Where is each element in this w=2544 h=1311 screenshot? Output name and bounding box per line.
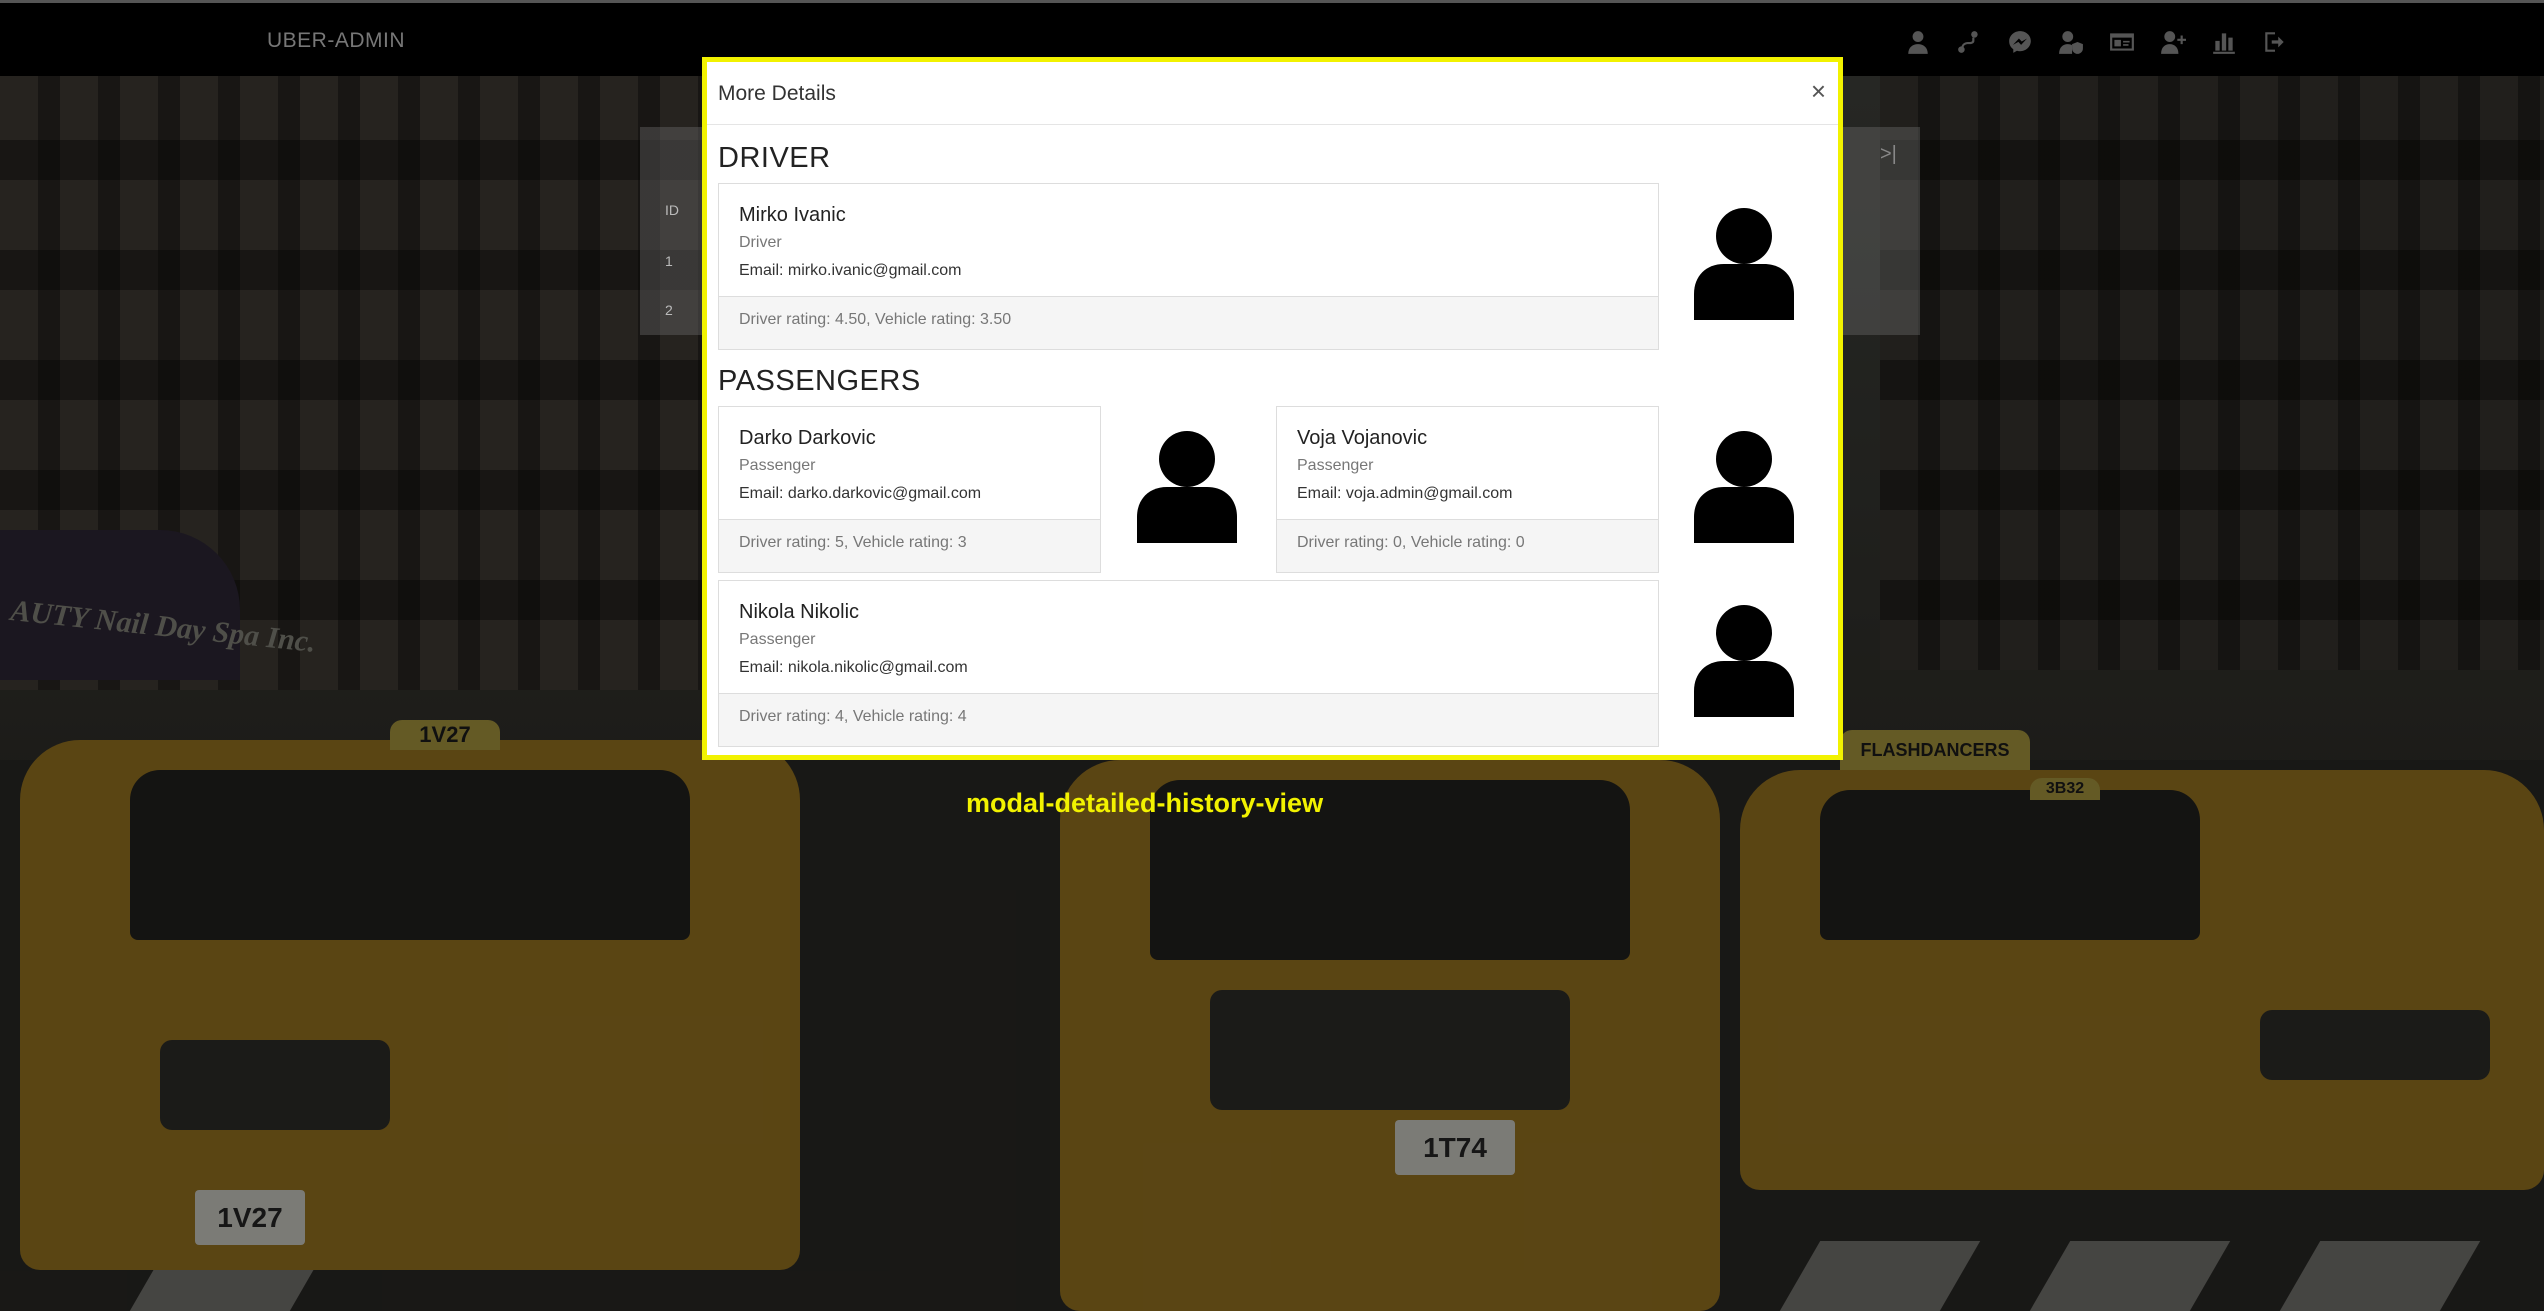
table-row[interactable]: 1 [665, 253, 673, 269]
passenger-name: Voja Vojanovic [1297, 427, 1428, 449]
passenger-email: Email: voja.admin@gmail.com [1297, 485, 1513, 502]
passenger-email: Email: darko.darkovic@gmail.com [739, 485, 982, 502]
passenger-card-footer: Driver rating: 0, Vehicle rating: 0 [1277, 519, 1658, 572]
passenger-avatar-icon [1694, 431, 1794, 543]
passenger-role: Passenger [739, 631, 816, 648]
user-icon[interactable] [1892, 27, 1943, 57]
table-row[interactable]: 2 [665, 302, 673, 318]
passengers-section-title: PASSENGERS [718, 365, 921, 397]
driver-section-title: DRIVER [718, 142, 831, 174]
id-card-icon[interactable] [2096, 27, 2147, 57]
driver-avatar-icon [1694, 208, 1794, 320]
passenger-card: Darko Darkovic Passenger Email: darko.da… [718, 406, 1101, 573]
passenger-name: Darko Darkovic [739, 427, 876, 449]
brand-logo-text[interactable]: UBER-ADMIN [267, 29, 405, 53]
driver-role: Driver [739, 234, 782, 251]
messenger-icon[interactable] [1994, 27, 2045, 57]
table-header-id: ID [665, 202, 679, 218]
modal-header: More Details × [707, 62, 1838, 125]
passenger-card: Voja Vojanovic Passenger Email: voja.adm… [1276, 406, 1659, 573]
passenger-card-footer: Driver rating: 5, Vehicle rating: 3 [719, 519, 1100, 572]
chart-icon[interactable] [2198, 27, 2249, 57]
screen-caption: modal-detailed-history-view [966, 788, 1324, 818]
navbar-icons [1892, 27, 2300, 57]
driver-email: Email: mirko.ivanic@gmail.com [739, 262, 962, 279]
passenger-avatar-icon [1137, 431, 1237, 543]
passenger-role: Passenger [739, 457, 816, 474]
driver-rating: Driver rating: 4.50, Vehicle rating: 3.5… [739, 311, 1012, 328]
close-button[interactable]: × [1811, 78, 1826, 104]
passenger-email: Email: nikola.nikolic@gmail.com [739, 659, 968, 676]
driver-card-footer: Driver rating: 4.50, Vehicle rating: 3.5… [719, 296, 1658, 349]
passenger-rating: Driver rating: 0, Vehicle rating: 0 [1297, 534, 1525, 551]
passenger-role: Passenger [1297, 457, 1374, 474]
add-user-icon[interactable] [2147, 27, 2198, 57]
passenger-rating: Driver rating: 5, Vehicle rating: 3 [739, 534, 967, 551]
passenger-card-footer: Driver rating: 4, Vehicle rating: 4 [719, 693, 1658, 746]
passenger-name: Nikola Nikolic [739, 601, 860, 623]
passenger-avatar-icon [1694, 605, 1794, 717]
logout-icon[interactable] [2249, 27, 2300, 57]
more-details-modal: More Details × DRIVER Mirko Ivanic Drive… [702, 57, 1843, 760]
driver-card: Mirko Ivanic Driver Email: mirko.ivanic@… [718, 183, 1659, 350]
passenger-rating: Driver rating: 4, Vehicle rating: 4 [739, 708, 967, 725]
modal-title: More Details [718, 82, 836, 105]
driver-name: Mirko Ivanic [739, 204, 846, 226]
user-shield-icon[interactable] [2045, 27, 2096, 57]
route-icon[interactable] [1943, 27, 1994, 57]
passenger-card: Nikola Nikolic Passenger Email: nikola.n… [718, 580, 1659, 747]
pager-last-button[interactable]: >| [1880, 143, 1897, 166]
